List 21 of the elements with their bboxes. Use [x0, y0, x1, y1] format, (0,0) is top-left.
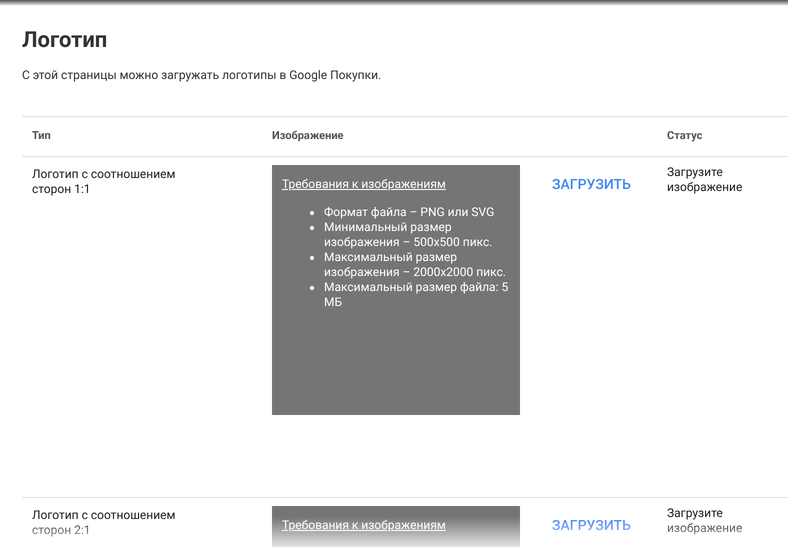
requirements-link[interactable]: Требования к изображениям — [282, 177, 446, 191]
column-header: Тип — [32, 129, 51, 142]
status-text: Загрузите изображение — [667, 165, 744, 195]
bullet-icon — [310, 256, 314, 260]
requirement-item: Максимальный размер изображения – 2000x2000 пикс. — [324, 250, 507, 280]
bullet-icon — [310, 286, 314, 290]
column-header: Изображение — [272, 129, 344, 142]
bullet-icon — [310, 211, 314, 215]
upload-button[interactable]: ЗАГРУЗИТЬ — [552, 516, 631, 537]
requirements-link[interactable]: Требования к изображениям — [282, 518, 446, 532]
upload-button[interactable]: ЗАГРУЗИТЬ — [552, 175, 631, 196]
status-text: Загрузите изображение — [667, 506, 744, 536]
column-header: Статус — [667, 129, 702, 142]
page-description: С этой страницы можно загружать логотипы в Google Покупки. — [22, 67, 382, 84]
requirement-item: Максимальный размер файла: 5 МБ — [324, 280, 510, 310]
logo-type: Логотип с соотношением сторон 2:1 — [32, 508, 176, 538]
requirement-item: Формат файла – PNG или SVG — [324, 205, 494, 220]
page-title: Логотип — [22, 27, 108, 55]
logo-type: Логотип с соотношением сторон 1:1 — [32, 167, 176, 197]
requirement-item: Минимальный размер изображения – 500x500 пикс. — [324, 220, 494, 250]
bullet-icon — [310, 226, 314, 230]
